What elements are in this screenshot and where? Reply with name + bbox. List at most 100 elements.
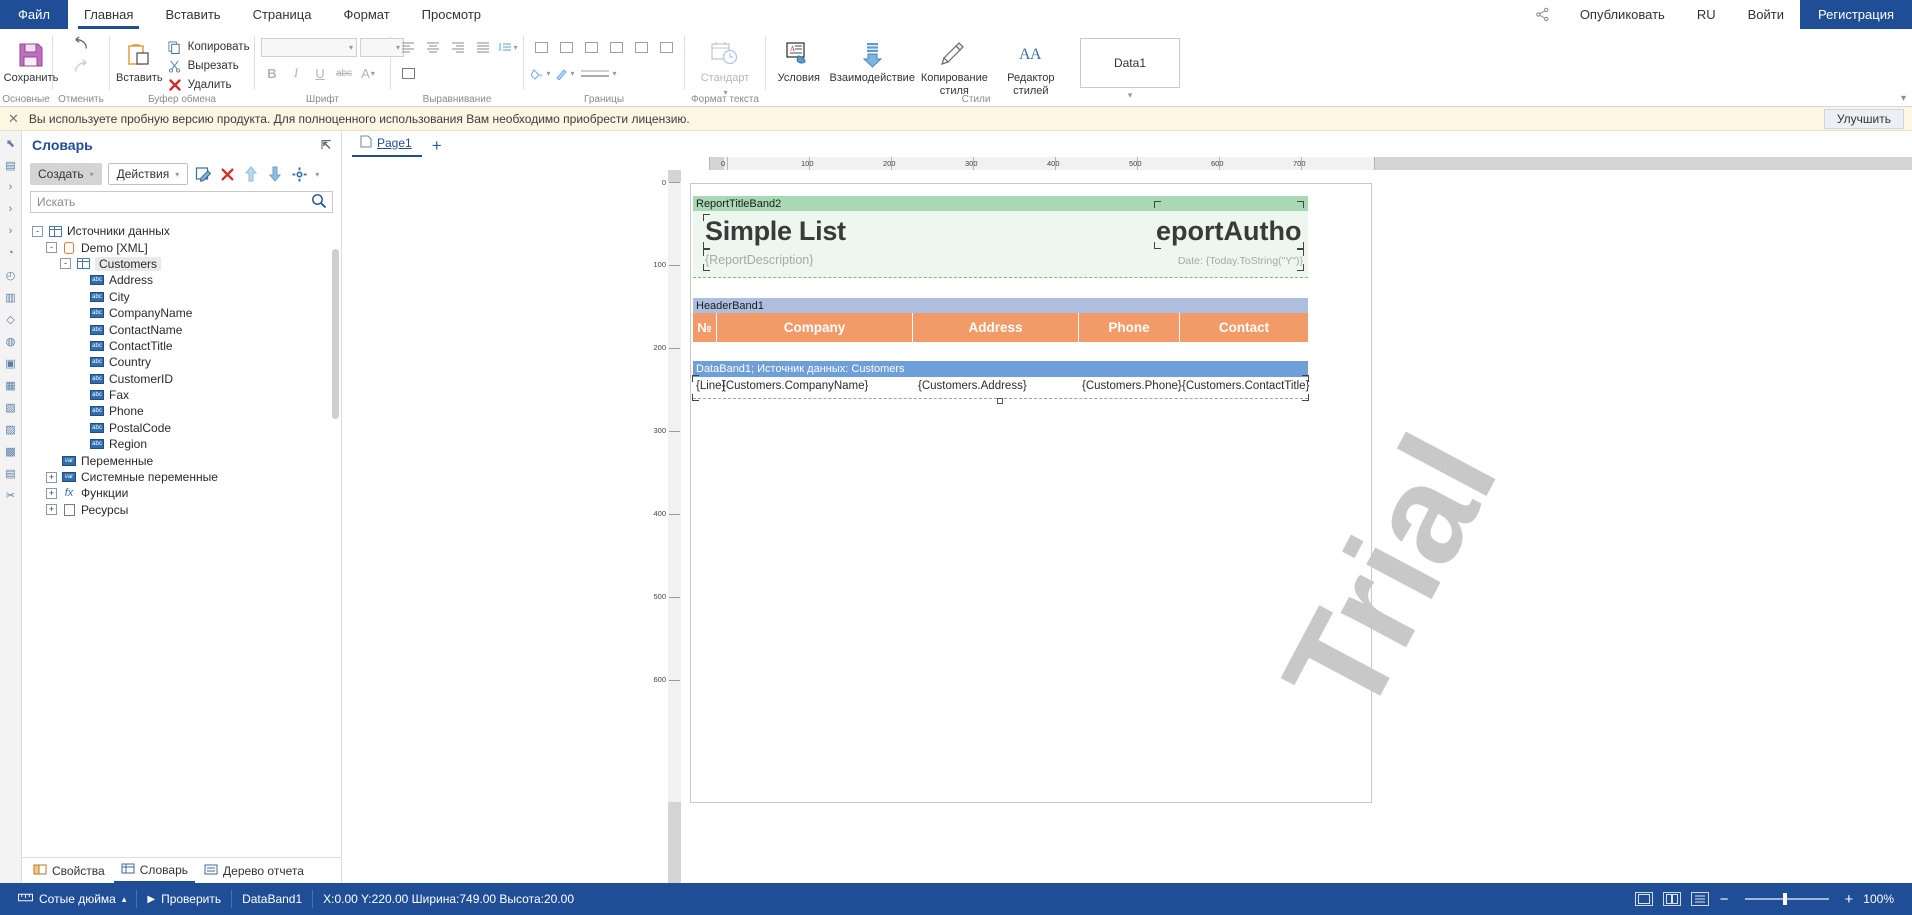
style-copy-button[interactable]: Копирование стиля [919,34,990,98]
underline-button[interactable]: U [309,63,331,83]
border-none-icon[interactable] [555,37,577,57]
pin-icon[interactable]: ⇱ [321,138,331,152]
band-resize-handle[interactable] [997,398,1003,404]
toolbox-tools-icon[interactable]: ✂ [2,487,20,503]
delete-button[interactable]: Удалить [163,76,254,94]
tree-collapse-icon[interactable]: - [46,242,57,254]
tree-item-city[interactable]: abc City [26,289,341,305]
preview-button[interactable]: ▶ Проверить [137,883,231,915]
tree-item-region[interactable]: abc Region [26,436,341,452]
align-justify-icon[interactable] [472,37,494,57]
header-cell-phone[interactable]: Phone [1079,313,1180,342]
toolbox-subreport-icon[interactable]: ▧ [2,399,20,415]
align-right-icon[interactable] [447,37,469,57]
create-button[interactable]: Создать ▾ [30,163,102,185]
chevron-down-icon[interactable]: ▾ [315,170,319,179]
band-header[interactable]: HeaderBand1 № Company Address Phone Cont… [693,298,1308,342]
cut-button[interactable]: Вырезать [163,57,254,75]
data-cell-address[interactable]: {Customers.Address} [918,380,1027,392]
align-left-icon[interactable] [397,37,419,57]
arrow-down-icon[interactable] [266,165,284,183]
current-style-gallery[interactable]: Data1 ▾ [1079,34,1180,101]
toolbox-picture-icon[interactable]: ▤ [2,465,20,481]
tree-item-companyname[interactable]: abc CompanyName [26,305,341,321]
italic-button[interactable]: I [285,63,307,83]
text-wrap-icon[interactable] [397,63,419,83]
header-cell-number[interactable]: № [693,313,717,342]
register-button[interactable]: Регистрация [1800,0,1912,29]
tree-expand-icon[interactable]: + [46,471,57,483]
data-cell-company[interactable]: {Customers.CompanyName} [722,380,868,392]
actions-button[interactable]: Действия ▾ [107,163,189,185]
interaction-button[interactable]: Взаимодействие [830,34,915,85]
tree-item-fax[interactable]: abc Fax [26,387,341,403]
tree-item-customers[interactable]: - Customers [26,256,341,272]
tree-item-country[interactable]: abc Country [26,354,341,370]
copy-button[interactable]: Копировать [163,38,254,56]
gear-icon[interactable] [290,165,308,183]
border-right-icon[interactable] [630,37,652,57]
band-report-title[interactable]: ReportTitleBand2 Simple List eportAuthor… [693,196,1308,278]
data-cell-contact[interactable]: {Customers.ContactTitle} [1182,380,1309,392]
toolbox-expand2-icon[interactable]: › [2,201,20,217]
arrow-up-icon[interactable] [242,165,260,183]
tree-expand-icon[interactable]: + [46,504,57,516]
band-header-body[interactable]: № Company Address Phone Contact [693,313,1308,342]
tree-item-системные-переменные[interactable]: + var Системные переменные [26,469,341,485]
menu-item-preview[interactable]: Просмотр [406,0,497,29]
tree-item-phone[interactable]: abc Phone [26,403,341,419]
tree-item-ресурсы[interactable]: + Ресурсы [26,502,341,518]
toolbox-cross-icon[interactable]: ◍ [2,333,20,349]
tree-collapse-icon[interactable]: - [60,258,71,270]
zoom-out-button[interactable]: − [1714,891,1735,908]
toolbox-expand-icon[interactable]: › [2,179,20,195]
add-page-button[interactable]: + [426,137,448,157]
band-data[interactable]: DataBand1; Источник данных: Customers {L… [692,361,1309,404]
border-all-icon[interactable] [530,37,552,57]
paste-button[interactable]: Вставить [116,34,163,85]
fill-color-icon[interactable]: ▾ [530,63,552,83]
align-center-icon[interactable] [422,37,444,57]
report-page[interactable]: ReportTitleBand2 Simple List eportAuthor… [690,183,1527,803]
undo-icon[interactable] [71,36,91,55]
tree-item-contacttitle[interactable]: abc ContactTitle [26,338,341,354]
collapse-ribbon-icon[interactable]: ▾ [1901,93,1906,104]
strikethrough-button[interactable]: abc [333,63,355,83]
list-view-icon[interactable] [1686,892,1714,906]
toolbox-map-icon[interactable]: ▨ [2,421,20,437]
border-color-icon[interactable]: ▾ [554,63,576,83]
tree-item-источники-данных[interactable]: - Источники данных [26,223,341,239]
zoom-slider-knob[interactable] [1783,893,1788,905]
menu-item-home[interactable]: Главная [68,0,149,29]
tree-item-demo-xml-[interactable]: - Demo [XML] [26,239,341,255]
vertical-align-icon[interactable]: ▾ [497,37,519,57]
style-editor-button[interactable]: A A Редактор стилей [994,34,1068,98]
search-input[interactable] [30,191,333,213]
standard-format-button[interactable]: Стандарт ▾ [691,34,759,99]
toolbox-image-icon[interactable]: ▣ [2,355,20,371]
toolbox-shape-icon[interactable]: ◇ [2,311,20,327]
save-button[interactable]: Сохранить [4,34,58,85]
toolbox-panel-icon[interactable]: ▦ [2,377,20,393]
tree-item-postalcode[interactable]: abc PostalCode [26,420,341,436]
zoom-slider[interactable] [1744,893,1829,905]
current-style-value[interactable]: Data1 [1079,38,1180,88]
tree-item-address[interactable]: abc Address [26,272,341,288]
header-cell-address[interactable]: Address [913,313,1079,342]
tab-report-tree[interactable]: Дерево отчета [197,860,311,882]
tree-item-функции[interactable]: + fx Функции [26,485,341,501]
border-top-icon[interactable] [605,37,627,57]
publish-button[interactable]: Опубликовать [1564,0,1681,29]
toolbox-pointer-icon[interactable]: ⬉ [2,135,20,151]
data-cell-phone[interactable]: {Customers.Phone} [1082,380,1182,392]
toolbox-expand3-icon[interactable]: › [2,223,20,239]
toolbox-gauge-icon[interactable]: ◴ [2,267,20,283]
edit-icon[interactable] [194,165,212,183]
menu-item-file[interactable]: Файл [0,0,68,29]
header-cell-contact[interactable]: Contact [1180,313,1308,342]
report-author-text[interactable]: eportAuthor} [1156,216,1303,247]
bold-button[interactable]: B [261,63,283,83]
border-bottom-icon[interactable] [655,37,677,57]
toolbox-sparkline-icon[interactable]: ▩ [2,443,20,459]
improve-button[interactable]: Улучшить [1823,108,1904,129]
